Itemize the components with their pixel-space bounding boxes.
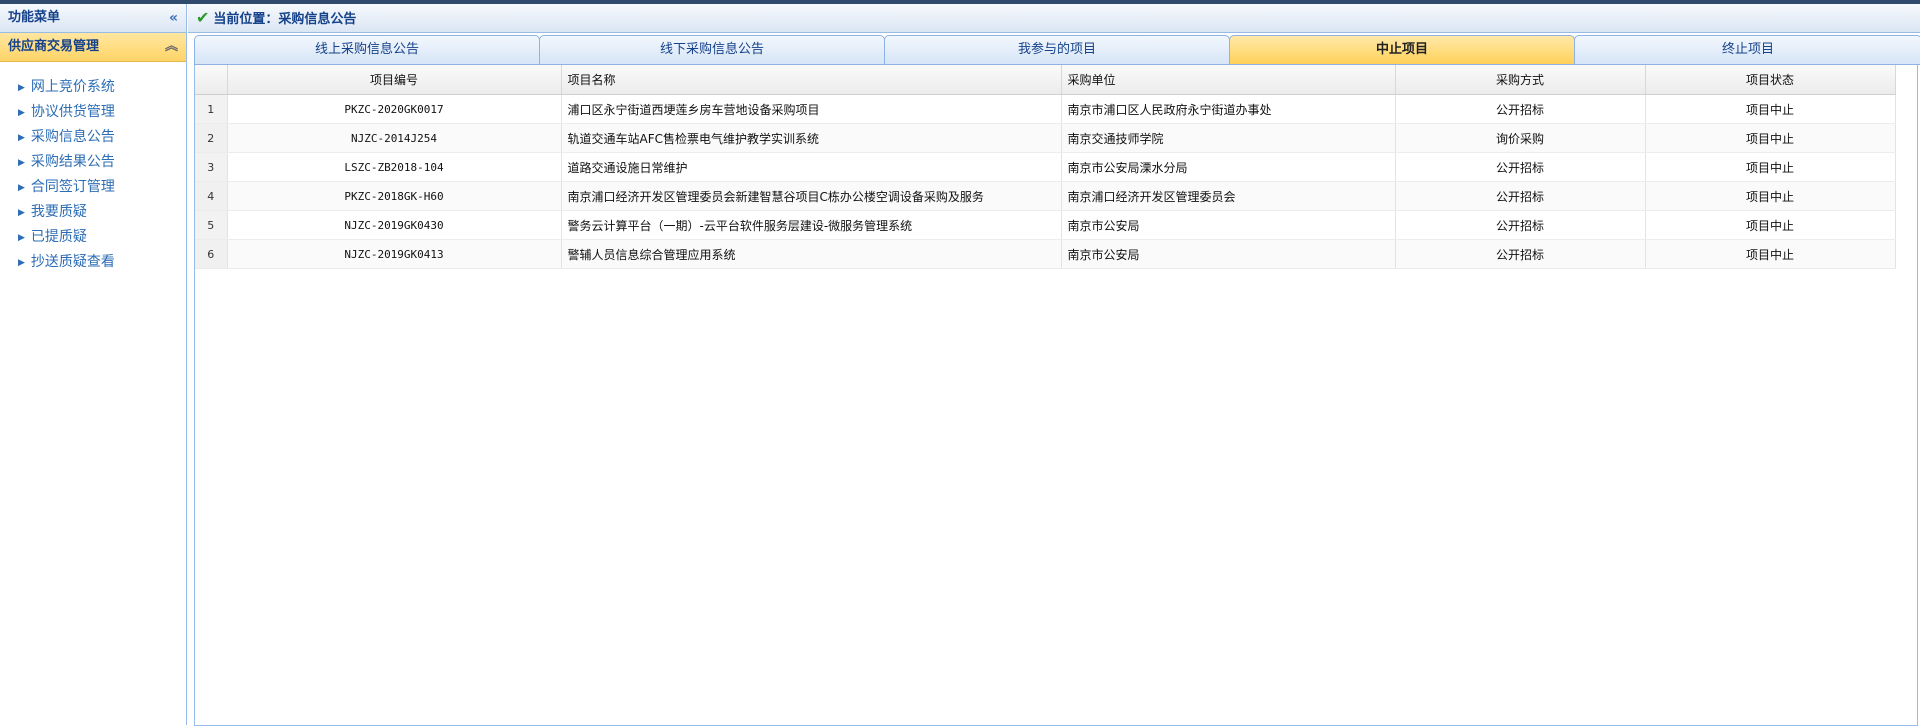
project-code: NJZC-2014J254 xyxy=(227,123,562,153)
row-number: 3 xyxy=(195,152,228,182)
sidebar-item-submitted-queries[interactable]: ▶ 已提质疑 xyxy=(18,225,186,250)
row-number: 2 xyxy=(195,123,228,153)
sidebar-item-label: 采购结果公告 xyxy=(30,154,115,170)
triangle-right-icon: ▶ xyxy=(18,83,25,93)
project-code: NJZC-2019GK0430 xyxy=(227,210,562,240)
column-header-name[interactable]: 项目名称 xyxy=(561,65,1062,95)
triangle-right-icon: ▶ xyxy=(18,208,25,218)
purchasing-unit: 南京交通技师学院 xyxy=(1061,123,1396,153)
project-code: NJZC-2019GK0413 xyxy=(227,239,562,269)
column-header-unit[interactable]: 采购单位 xyxy=(1061,65,1396,95)
project-code: PKZC-2020GK0017 xyxy=(227,94,562,124)
project-status: 项目中止 xyxy=(1645,181,1896,211)
sidebar-item-cc-queries[interactable]: ▶ 抄送质疑查看 xyxy=(18,250,186,275)
column-header-method[interactable]: 采购方式 xyxy=(1395,65,1646,95)
procurement-method: 公开招标 xyxy=(1395,94,1646,124)
row-number: 6 xyxy=(195,239,228,269)
breadcrumb-text: 当前位置：采购信息公告 xyxy=(213,12,357,27)
procurement-method: 询价采购 xyxy=(1395,123,1646,153)
sidebar-group-title: 供应商交易管理 xyxy=(8,39,100,54)
purchasing-unit: 南京市公安局 xyxy=(1061,210,1396,240)
column-header-index xyxy=(195,65,228,95)
sidebar-menu: ▶ 网上竞价系统 ▶ 协议供货管理 ▶ 采购信息公告 ▶ 采购结果公告 ▶ 合同签订管理 … xyxy=(0,62,186,275)
procurement-method: 公开招标 xyxy=(1395,181,1646,211)
tab-terminated-projects[interactable]: 终止项目 xyxy=(1574,35,1920,65)
project-name: 轨道交通车站AFC售检票电气维护教学实训系统 xyxy=(561,123,1062,153)
project-code: PKZC-2018GK-H60 xyxy=(227,181,562,211)
purchasing-unit: 南京市浦口区人民政府永宁街道办事处 xyxy=(1061,94,1396,124)
triangle-right-icon: ▶ xyxy=(18,158,25,168)
project-name: 警务云计算平台（一期）-云平台软件服务层建设-微服务管理系统 xyxy=(561,210,1062,240)
sidebar-item-label: 我要质疑 xyxy=(30,204,87,220)
project-name: 南京浦口经济开发区管理委员会新建智慧谷项目C栋办公楼空调设备采购及服务 xyxy=(561,181,1062,211)
project-status: 项目中止 xyxy=(1645,94,1896,124)
sidebar-group-header[interactable]: 供应商交易管理 ︽ xyxy=(0,33,186,62)
project-name: 道路交通设施日常维护 xyxy=(561,152,1062,182)
sidebar-item-label: 已提质疑 xyxy=(30,229,87,245)
table-row[interactable]: 4 PKZC-2018GK-H60 南京浦口经济开发区管理委员会新建智慧谷项目C… xyxy=(195,181,1896,211)
sidebar-header: 功能菜单 « xyxy=(0,4,186,33)
sidebar-item-result-notice[interactable]: ▶ 采购结果公告 xyxy=(18,150,186,175)
sidebar-item-procurement-notice[interactable]: ▶ 采购信息公告 xyxy=(18,125,186,150)
project-status: 项目中止 xyxy=(1645,239,1896,269)
project-status: 项目中止 xyxy=(1645,210,1896,240)
project-name: 警辅人员信息综合管理应用系统 xyxy=(561,239,1062,269)
sidebar-item-online-bidding[interactable]: ▶ 网上竞价系统 xyxy=(18,75,186,100)
double-chevron-up-icon[interactable]: ︽ xyxy=(165,33,178,61)
procurement-method: 公开招标 xyxy=(1395,152,1646,182)
project-table: 项目编号 项目名称 采购单位 采购方式 项目状态 1 PKZC-2020GK00… xyxy=(195,65,1896,269)
triangle-right-icon: ▶ xyxy=(18,233,25,243)
row-number: 4 xyxy=(195,181,228,211)
project-status: 项目中止 xyxy=(1645,123,1896,153)
tab-suspended-projects[interactable]: 中止项目 xyxy=(1229,35,1575,65)
table-row[interactable]: 6 NJZC-2019GK0413 警辅人员信息综合管理应用系统 南京市公安局 … xyxy=(195,239,1896,269)
procurement-method: 公开招标 xyxy=(1395,239,1646,269)
project-grid: 项目编号 项目名称 采购单位 采购方式 项目状态 1 PKZC-2020GK00… xyxy=(194,65,1918,726)
row-number: 1 xyxy=(195,94,228,124)
row-number: 5 xyxy=(195,210,228,240)
sidebar-item-agreement-supply[interactable]: ▶ 协议供货管理 xyxy=(18,100,186,125)
sidebar: 功能菜单 « 供应商交易管理 ︽ ▶ 网上竞价系统 ▶ 协议供货管理 ▶ 采购信息公告… xyxy=(0,4,187,725)
procurement-method: 公开招标 xyxy=(1395,210,1646,240)
purchasing-unit: 南京市公安局溧水分局 xyxy=(1061,152,1396,182)
main-panel: ✔ 当前位置：采购信息公告 线上采购信息公告 线下采购信息公告 我参与的项目 中止… xyxy=(188,4,1920,726)
table-row[interactable]: 1 PKZC-2020GK0017 浦口区永宁街道西埂莲乡房车营地设备采购项目 … xyxy=(195,94,1896,124)
column-header-code[interactable]: 项目编号 xyxy=(227,65,562,95)
check-icon: ✔ xyxy=(196,8,210,27)
triangle-right-icon: ▶ xyxy=(18,108,25,118)
column-header-status[interactable]: 项目状态 xyxy=(1645,65,1896,95)
sidebar-item-label: 采购信息公告 xyxy=(30,129,115,145)
sidebar-item-contract-management[interactable]: ▶ 合同签订管理 xyxy=(18,175,186,200)
tab-offline-notice[interactable]: 线下采购信息公告 xyxy=(539,35,885,65)
triangle-right-icon: ▶ xyxy=(18,183,25,193)
project-code: LSZC-ZB2018-104 xyxy=(227,152,562,182)
breadcrumb: ✔ 当前位置：采购信息公告 xyxy=(188,4,1920,33)
table-row[interactable]: 5 NJZC-2019GK0430 警务云计算平台（一期）-云平台软件服务层建设… xyxy=(195,210,1896,240)
double-chevron-left-icon[interactable]: « xyxy=(169,4,178,32)
table-header-row: 项目编号 项目名称 采购单位 采购方式 项目状态 xyxy=(195,65,1896,95)
table-row[interactable]: 2 NJZC-2014J254 轨道交通车站AFC售检票电气维护教学实训系统 南… xyxy=(195,123,1896,153)
sidebar-item-raise-query[interactable]: ▶ 我要质疑 xyxy=(18,200,186,225)
tab-my-projects[interactable]: 我参与的项目 xyxy=(884,35,1230,65)
tab-bar: 线上采购信息公告 线下采购信息公告 我参与的项目 中止项目 终止项目 xyxy=(194,35,1920,65)
sidebar-item-label: 协议供货管理 xyxy=(30,104,115,120)
table-row[interactable]: 3 LSZC-ZB2018-104 道路交通设施日常维护 南京市公安局溧水分局 … xyxy=(195,152,1896,182)
triangle-right-icon: ▶ xyxy=(18,133,25,143)
sidebar-item-label: 网上竞价系统 xyxy=(30,79,115,95)
project-name: 浦口区永宁街道西埂莲乡房车营地设备采购项目 xyxy=(561,94,1062,124)
purchasing-unit: 南京浦口经济开发区管理委员会 xyxy=(1061,181,1396,211)
sidebar-item-label: 抄送质疑查看 xyxy=(30,254,115,270)
sidebar-title: 功能菜单 xyxy=(8,10,61,25)
triangle-right-icon: ▶ xyxy=(18,258,25,268)
purchasing-unit: 南京市公安局 xyxy=(1061,239,1396,269)
sidebar-item-label: 合同签订管理 xyxy=(30,179,115,195)
tab-online-notice[interactable]: 线上采购信息公告 xyxy=(194,35,540,65)
project-status: 项目中止 xyxy=(1645,152,1896,182)
